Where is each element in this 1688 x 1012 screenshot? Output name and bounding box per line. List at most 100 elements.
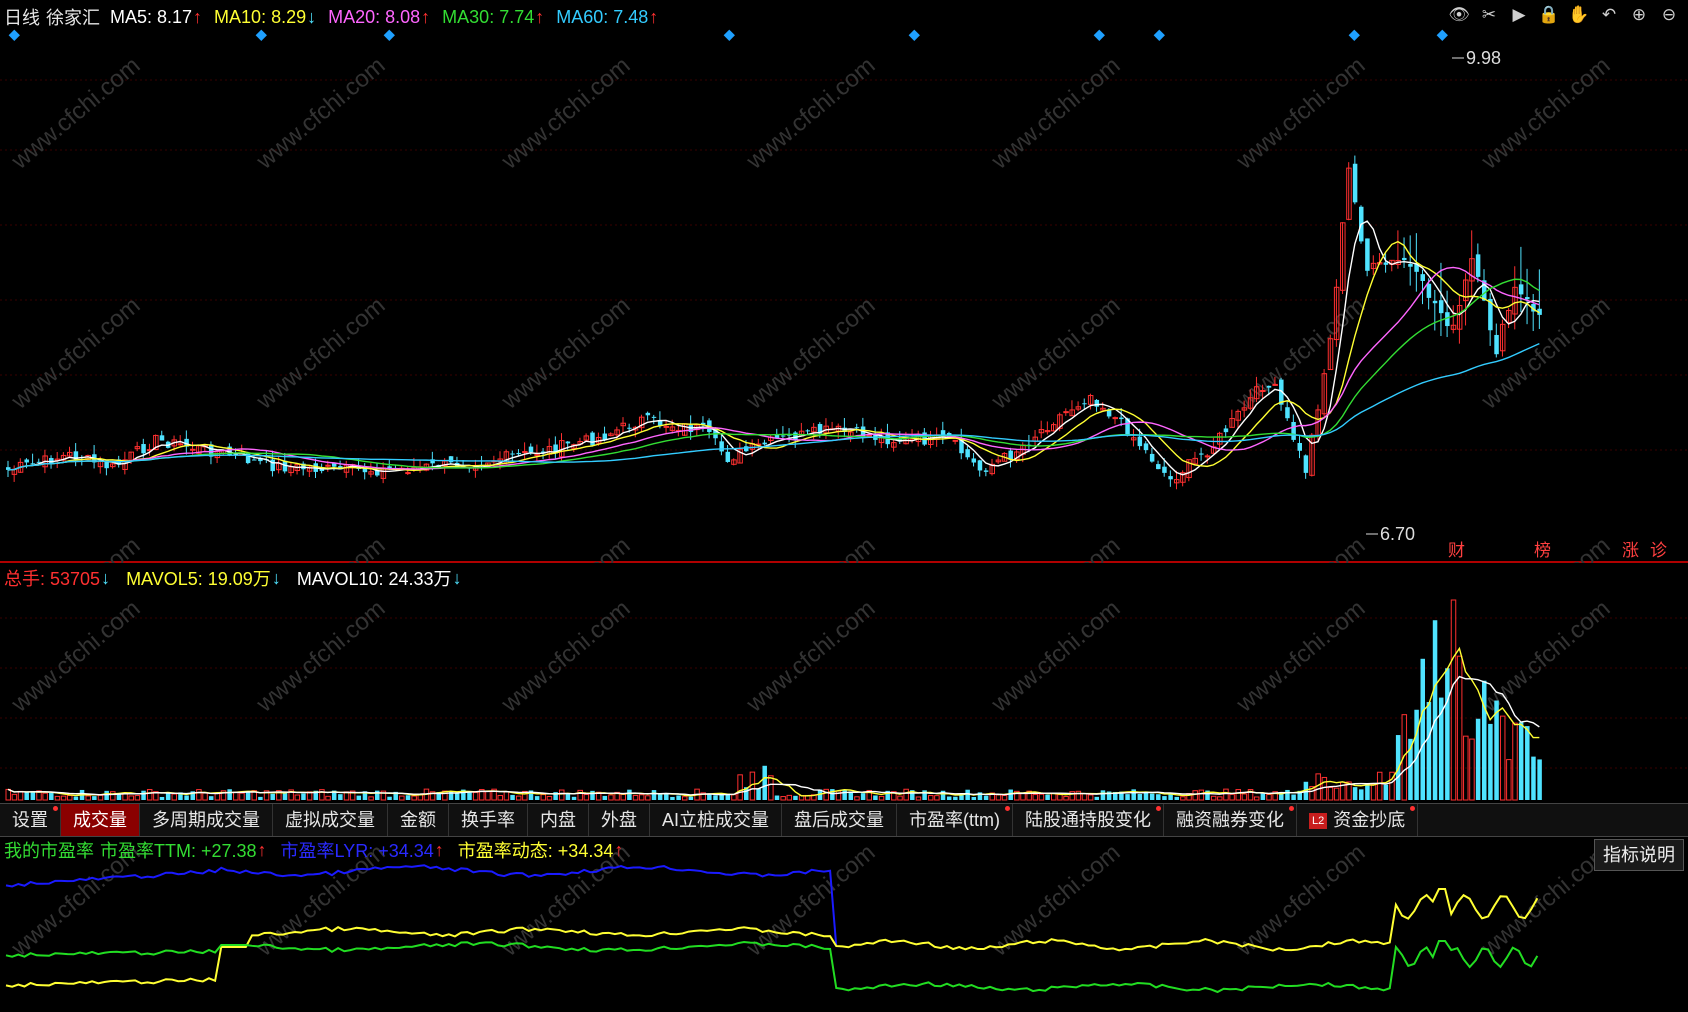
tab-7[interactable]: 外盘 bbox=[589, 804, 650, 836]
tab-6[interactable]: 内盘 bbox=[528, 804, 589, 836]
svg-text:www.cfchi.com: www.cfchi.com bbox=[1476, 595, 1616, 718]
ma-legend-arrow: ↑ bbox=[535, 6, 545, 27]
ma-legend-arrow: ↑ bbox=[193, 6, 203, 27]
chart-toolbar: 👁 ✂ ▶ 🔒 ✋ ↶ ⊕ ⊖ bbox=[1448, 4, 1680, 26]
eye-icon[interactable]: 👁 bbox=[1448, 4, 1470, 26]
ma-legend-item: MA10: 8.29 bbox=[214, 6, 307, 27]
svg-text:www.cfchi.com: www.cfchi.com bbox=[496, 292, 636, 415]
notification-dot-icon bbox=[53, 806, 58, 811]
pe-dynamic: 市盈率动态: +34.34 bbox=[457, 841, 614, 861]
tab-11[interactable]: 陆股通持股变化 bbox=[1013, 804, 1164, 836]
svg-text:www.cfchi.com: www.cfchi.com bbox=[741, 292, 881, 415]
ma-legend-item: MA30: 7.74 bbox=[442, 6, 535, 27]
svg-text:www.cfchi.com: www.cfchi.com bbox=[1231, 52, 1371, 175]
tab-label: 换手率 bbox=[461, 810, 515, 830]
svg-text:www.cfchi.com: www.cfchi.com bbox=[1231, 595, 1371, 718]
l2-badge: L2 bbox=[1309, 813, 1328, 830]
svg-text:www.cfchi.com: www.cfchi.com bbox=[496, 52, 636, 175]
kline-panel[interactable]: www.cfchi.com www.cfchi.com www.cfchi.com w… bbox=[0, 0, 1688, 563]
pe-dynamic-arrow: ↑ bbox=[614, 839, 624, 860]
volume-panel[interactable]: www.cfchi.com www.cfchi.com www.cfchi.com w… bbox=[0, 563, 1688, 803]
notification-dot-icon bbox=[1289, 806, 1294, 811]
tab-12[interactable]: 融资融券变化 bbox=[1164, 804, 1297, 836]
svg-text:www.cfchi.com: www.cfchi.com bbox=[1231, 532, 1371, 563]
svg-text:诊: 诊 bbox=[1650, 541, 1667, 560]
pe-panel[interactable]: www.cfchi.com www.cfchi.com www.cfchi.com w… bbox=[0, 837, 1688, 1012]
svg-text:www.cfchi.com: www.cfchi.com bbox=[6, 52, 146, 175]
svg-text:www.cfchi.com: www.cfchi.com bbox=[496, 532, 636, 563]
period-label[interactable]: 日线 bbox=[4, 4, 40, 30]
total-volume: 总手: 53705 bbox=[4, 569, 101, 589]
svg-text:www.cfchi.com: www.cfchi.com bbox=[1231, 839, 1371, 962]
pe-chart[interactable]: www.cfchi.com www.cfchi.com www.cfchi.com w… bbox=[0, 837, 1688, 1012]
pe-lyr-arrow: ↑ bbox=[434, 839, 444, 860]
scissors-icon[interactable]: ✂ bbox=[1478, 4, 1500, 26]
svg-text:9.98: 9.98 bbox=[1466, 48, 1501, 68]
svg-text:www.cfchi.com: www.cfchi.com bbox=[741, 595, 881, 718]
svg-text:榜: 榜 bbox=[1534, 541, 1551, 560]
tab-2[interactable]: 多周期成交量 bbox=[140, 804, 273, 836]
tab-9[interactable]: 盘后成交量 bbox=[782, 804, 898, 836]
ma-legend-arrow: ↓ bbox=[307, 6, 317, 27]
svg-text:www.cfchi.com: www.cfchi.com bbox=[6, 595, 146, 718]
svg-text:www.cfchi.com: www.cfchi.com bbox=[986, 292, 1126, 415]
mavol5: MAVOL5: 19.09万 bbox=[126, 569, 271, 589]
tab-10[interactable]: 市盈率(ttm) bbox=[897, 804, 1013, 836]
svg-text:www.cfchi.com: www.cfchi.com bbox=[251, 292, 391, 415]
indicator-tabbar: 设置 成交量 多周期成交量 虚拟成交量 金额 换手率 内盘 外盘 AI立桩成交量 盘后成交量 市盈率… bbox=[0, 803, 1688, 837]
volume-chart[interactable]: www.cfchi.com www.cfchi.com www.cfchi.com w… bbox=[0, 563, 1688, 803]
hand-icon[interactable]: ✋ bbox=[1568, 4, 1590, 26]
tab-13[interactable]: L2 资金抄底 bbox=[1297, 804, 1419, 836]
svg-text:www.cfchi.com: www.cfchi.com bbox=[251, 532, 391, 563]
svg-text:www.cfchi.com: www.cfchi.com bbox=[1231, 292, 1371, 415]
svg-text:www.cfchi.com: www.cfchi.com bbox=[6, 532, 146, 563]
tab-1[interactable]: 成交量 bbox=[61, 804, 140, 836]
kline-header: 日线 徐家汇 MA5: 8.17 ↑ MA10: 8.29 ↓ MA20: 8.08 ↑ M… bbox=[4, 4, 676, 30]
svg-text:www.cfchi.com: www.cfchi.com bbox=[1476, 52, 1616, 175]
pe-header: 我的市盈率 市盈率TTM: +27.38 ↑ 市盈率LYR: +34.34 ↑ 市盈… bbox=[4, 837, 629, 863]
svg-text:www.cfchi.com: www.cfchi.com bbox=[251, 52, 391, 175]
svg-text:www.cfchi.com: www.cfchi.com bbox=[986, 839, 1126, 962]
tab-label: 资金抄底 bbox=[1333, 810, 1406, 830]
svg-text:www.cfchi.com: www.cfchi.com bbox=[986, 52, 1126, 175]
notification-dot-icon bbox=[1156, 806, 1161, 811]
svg-text:www.cfchi.com: www.cfchi.com bbox=[741, 532, 881, 563]
stock-name: 徐家汇 bbox=[46, 8, 100, 28]
tab-label: 内盘 bbox=[540, 810, 576, 830]
play-icon[interactable]: ▶ bbox=[1508, 4, 1530, 26]
tab-label: 多周期成交量 bbox=[152, 810, 260, 830]
tab-label: 成交量 bbox=[73, 810, 127, 830]
ma-legend-item: MA20: 8.08 bbox=[328, 6, 421, 27]
indicator-explain-button[interactable]: 指标说明 bbox=[1594, 839, 1684, 871]
zoom-in-icon[interactable]: ⊕ bbox=[1628, 4, 1650, 26]
total-volume-arrow: ↓ bbox=[101, 567, 111, 588]
tab-label: 外盘 bbox=[601, 810, 637, 830]
volume-header: 总手: 53705 ↓ MAVOL5: 19.09万 ↓ MAVOL10: 24.3… bbox=[4, 565, 468, 591]
svg-text:www.cfchi.com: www.cfchi.com bbox=[986, 532, 1126, 563]
undo-icon[interactable]: ↶ bbox=[1598, 4, 1620, 26]
tab-8[interactable]: AI立桩成交量 bbox=[650, 804, 783, 836]
svg-text:www.cfchi.com: www.cfchi.com bbox=[741, 52, 881, 175]
notification-dot-icon bbox=[1005, 806, 1010, 811]
kline-chart[interactable]: www.cfchi.com www.cfchi.com www.cfchi.com w… bbox=[0, 0, 1688, 563]
mavol5-arrow: ↓ bbox=[271, 567, 281, 588]
ma-legend-arrow: ↑ bbox=[421, 6, 431, 27]
svg-text:www.cfchi.com: www.cfchi.com bbox=[251, 595, 391, 718]
svg-text:www.cfchi.com: www.cfchi.com bbox=[741, 839, 881, 962]
tab-label: AI立桩成交量 bbox=[662, 810, 770, 830]
pe-ttm: 市盈率TTM: +27.38 bbox=[100, 841, 257, 861]
tab-5[interactable]: 换手率 bbox=[449, 804, 528, 836]
tab-4[interactable]: 金额 bbox=[388, 804, 449, 836]
pe-title: 我的市盈率 bbox=[4, 841, 94, 861]
tab-label: 融资融券变化 bbox=[1176, 810, 1284, 830]
svg-text:www.cfchi.com: www.cfchi.com bbox=[6, 292, 146, 415]
tab-0[interactable]: 设置 bbox=[0, 804, 61, 836]
tab-3[interactable]: 虚拟成交量 bbox=[273, 804, 388, 836]
svg-text:www.cfchi.com: www.cfchi.com bbox=[986, 595, 1126, 718]
svg-text:财: 财 bbox=[1448, 541, 1465, 560]
zoom-out-icon[interactable]: ⊖ bbox=[1658, 4, 1680, 26]
tab-label: 虚拟成交量 bbox=[285, 810, 375, 830]
notification-dot-icon bbox=[1410, 806, 1416, 811]
lock-icon[interactable]: 🔒 bbox=[1538, 4, 1560, 26]
svg-text:www.cfchi.com: www.cfchi.com bbox=[496, 595, 636, 718]
